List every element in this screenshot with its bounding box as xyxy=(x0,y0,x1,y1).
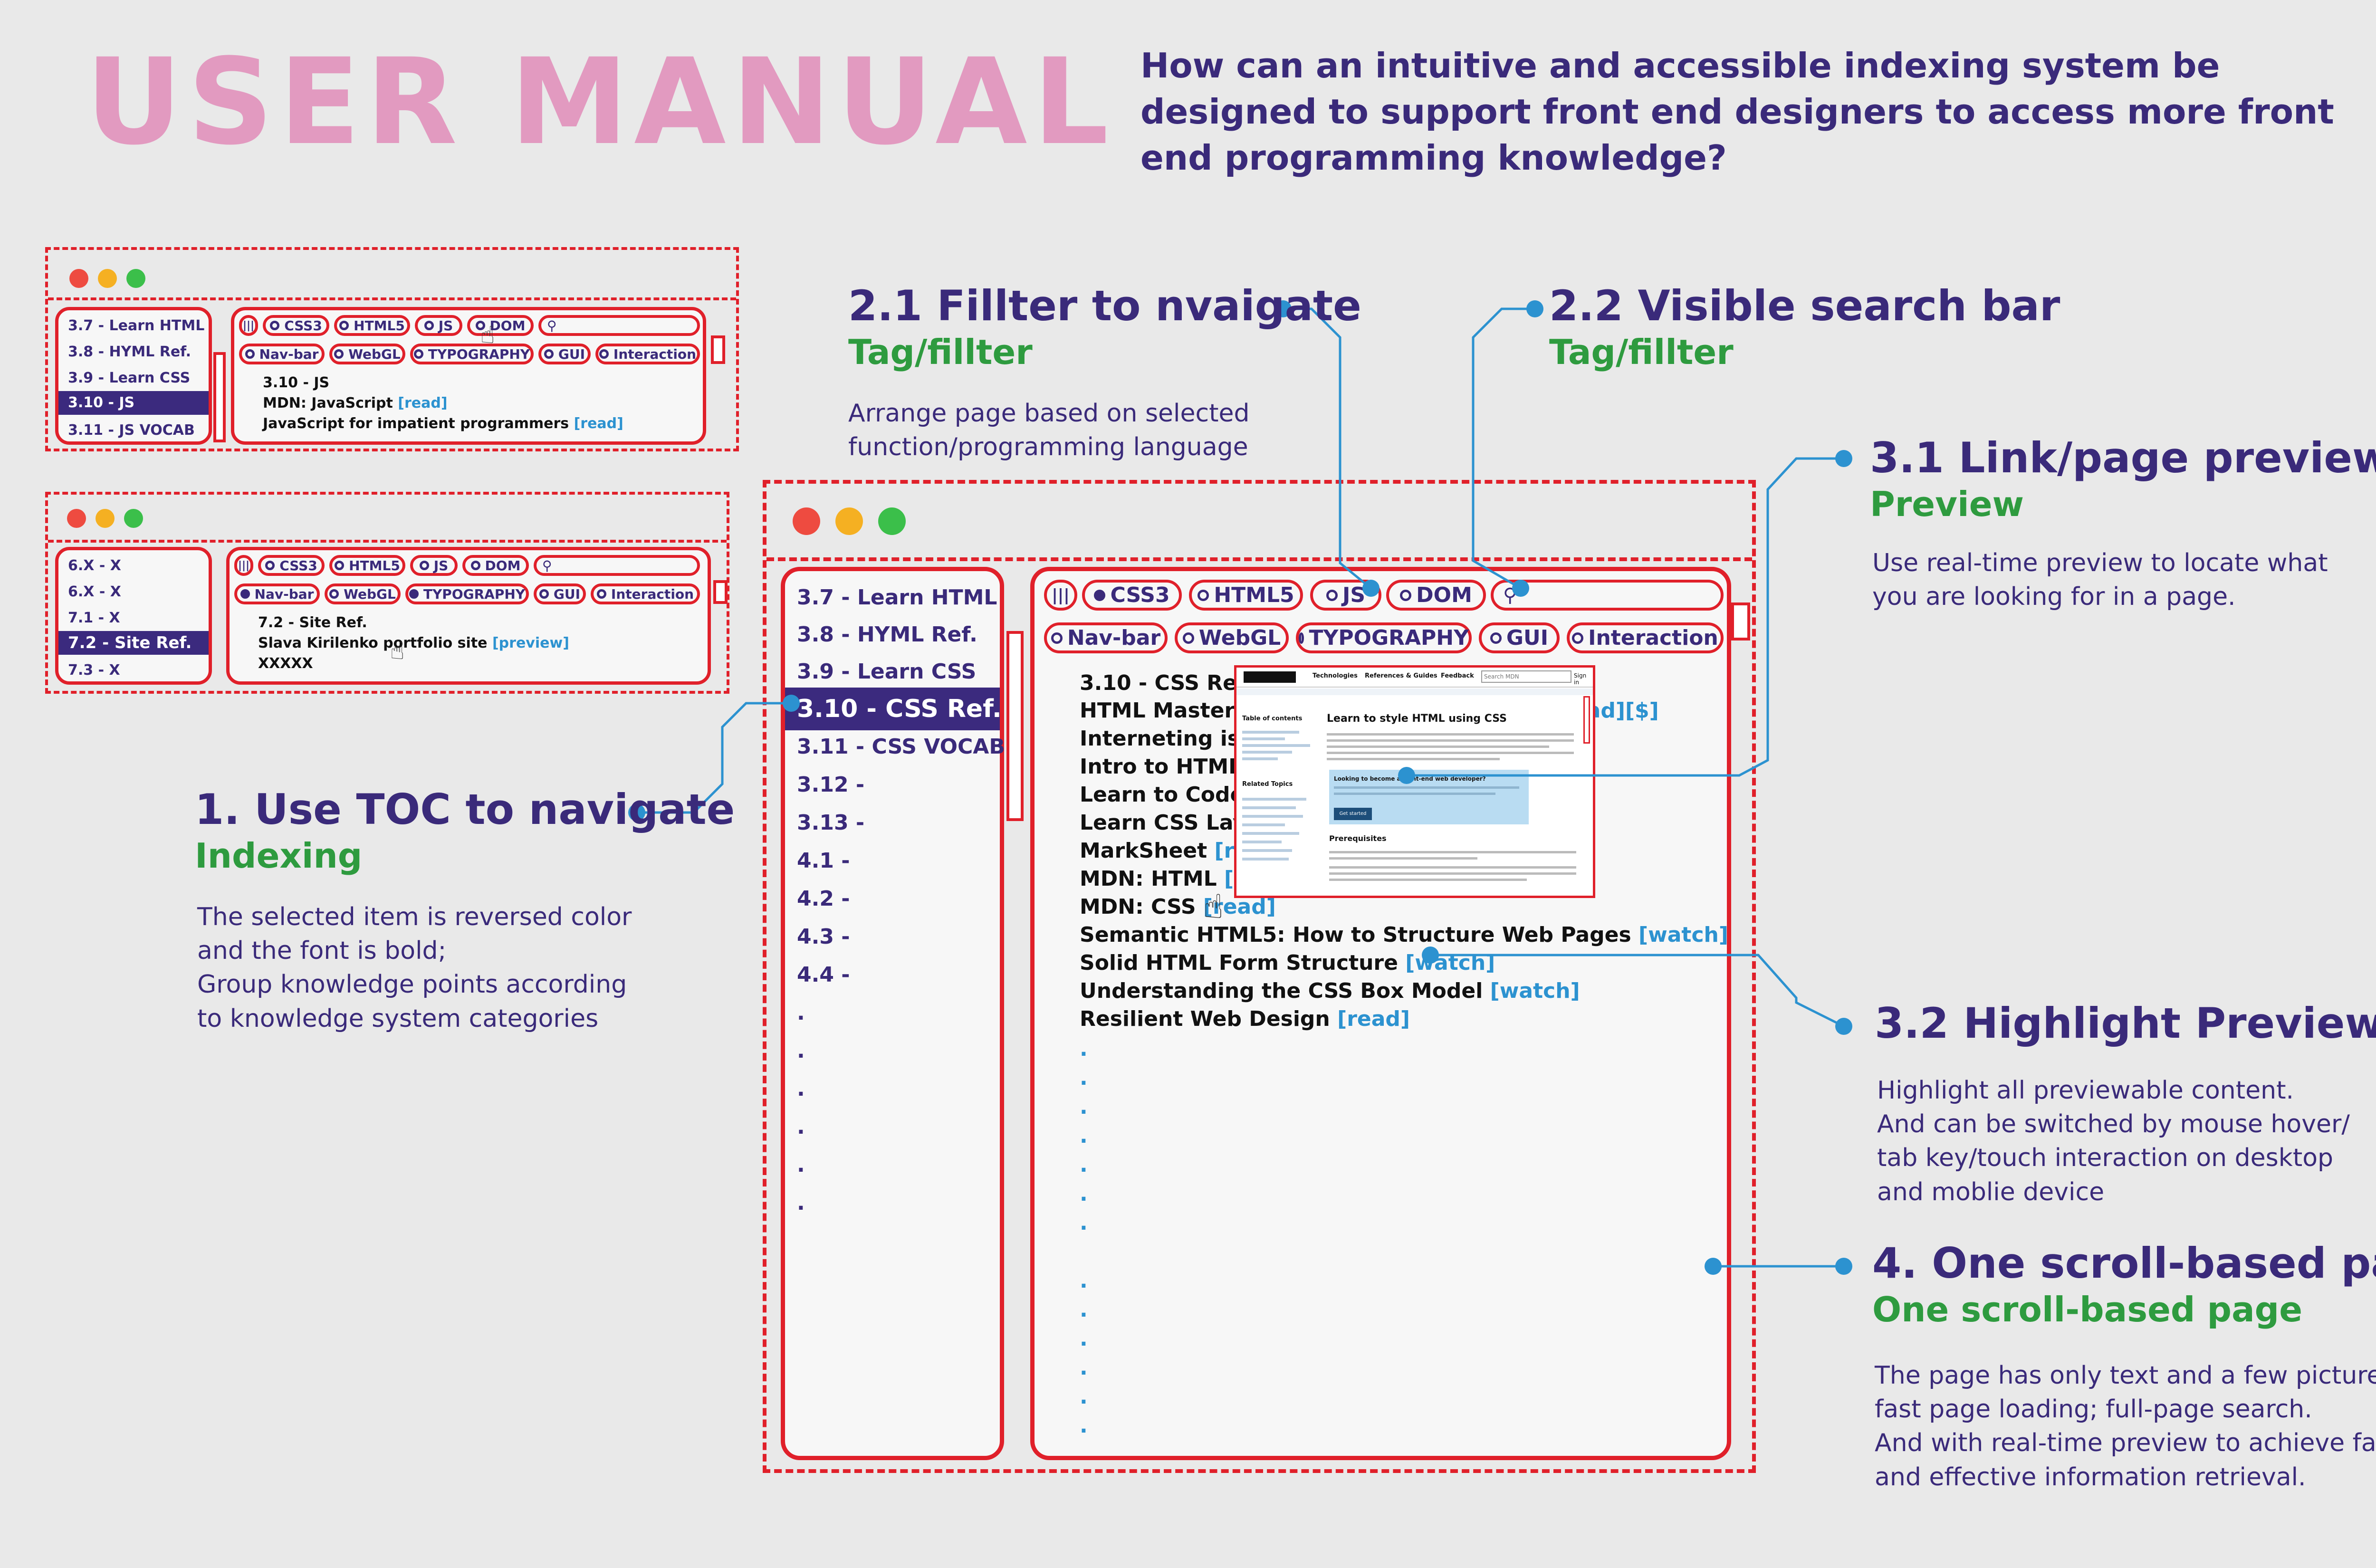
annotation-scroll-heading: 4. One scroll-based page xyxy=(1872,1239,2376,1288)
annotation-search-sub: Tag/fillter xyxy=(1549,332,1734,372)
annotation-filter-heading: 2.1 Fillter to nvaigate xyxy=(848,281,1361,330)
annotation-toc-heading: 1. Use TOC to navigate xyxy=(195,785,735,834)
annotation-preview-heading: 3.1 Link/page preview xyxy=(1870,433,2376,482)
connector-lines xyxy=(628,300,1852,1275)
annotation-search-heading: 2.2 Visible search bar xyxy=(1549,281,2060,330)
annotation-highlight-text: Highlight all previewable content. And ca… xyxy=(1877,1076,2350,1206)
annotation-toc-text: The selected item is reversed color and t… xyxy=(197,903,632,1033)
annotation-scroll-sub: One scroll-based page xyxy=(1872,1290,2303,1329)
annotation-toc-sub: Indexing xyxy=(195,836,363,876)
annotation-preview-text: Use real-time preview to locate what you … xyxy=(1872,549,2328,612)
annotation-filter-text: Arrange page based on selected function/p… xyxy=(848,399,1250,462)
annotation-filter-sub: Tag/fillter xyxy=(848,332,1033,372)
annotation-highlight-heading: 3.2 Highlight Preview xyxy=(1875,999,2376,1048)
annotation-preview-sub: Preview xyxy=(1870,484,2024,524)
annotation-scroll-text: The page has only text and a few picture… xyxy=(1875,1361,2376,1492)
